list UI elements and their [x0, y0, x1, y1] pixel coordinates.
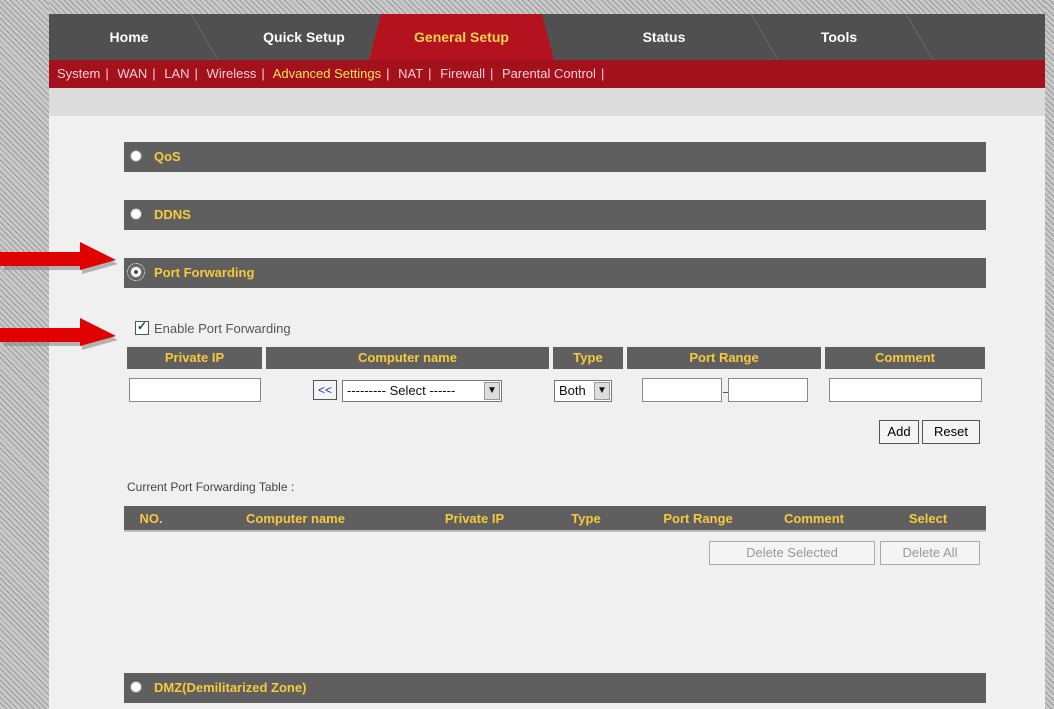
tab-quick-setup[interactable]: Quick Setup	[229, 14, 379, 60]
copy-computer-button[interactable]: <<	[313, 380, 337, 400]
tab-general-setup[interactable]: General Setup	[369, 14, 554, 60]
qos-radio[interactable]	[130, 150, 142, 162]
table-caption: Current Port Forwarding Table :	[127, 480, 295, 494]
col-port-range: Port Range	[640, 508, 756, 530]
subnav-separator: |	[600, 66, 605, 81]
add-button[interactable]: Add	[879, 420, 919, 444]
header-computer-name: Computer name	[266, 347, 549, 369]
subnav-separator: |	[428, 66, 432, 81]
private-ip-input[interactable]	[129, 378, 261, 402]
port-range-start-input[interactable]	[642, 378, 722, 402]
col-computer-name: Computer name	[178, 508, 413, 530]
left-decorative-border	[0, 0, 49, 709]
computer-name-select[interactable]: --------- Select ------ ▼	[342, 380, 502, 402]
chevron-down-icon: ▼	[484, 382, 500, 400]
section-dmz[interactable]: DMZ(Demilitarized Zone)	[124, 673, 986, 703]
type-select[interactable]: Both ▼	[554, 380, 612, 402]
subnav-separator: |	[386, 66, 390, 81]
col-no: NO.	[128, 508, 174, 530]
subnav-separator: |	[105, 66, 109, 81]
main-tab-bar: Home Quick Setup General Setup Status To…	[49, 14, 1045, 60]
subnav-parental-control[interactable]: Parental Control	[502, 66, 596, 81]
toolbar-strip	[49, 88, 1045, 116]
section-label: DMZ(Demilitarized Zone)	[154, 680, 307, 695]
dmz-radio[interactable]	[130, 681, 142, 693]
section-label: DDNS	[154, 207, 191, 222]
col-private-ip: Private IP	[417, 508, 532, 530]
subnav-nat[interactable]: NAT	[398, 66, 423, 81]
subnav-separator: |	[261, 66, 265, 81]
port-forwarding-radio[interactable]	[127, 263, 145, 281]
tab-separator	[190, 14, 219, 60]
subnav-wan[interactable]: WAN	[117, 66, 147, 81]
tab-status[interactable]: Status	[589, 14, 739, 60]
top-decorative-border	[49, 0, 1054, 14]
col-comment: Comment	[760, 508, 868, 530]
section-port-forwarding[interactable]: Port Forwarding	[124, 258, 986, 288]
comment-input[interactable]	[829, 378, 982, 402]
red-arrow-icon	[0, 318, 118, 350]
subnav-system[interactable]: System	[57, 66, 100, 81]
port-range-end-input[interactable]	[728, 378, 808, 402]
subnav-wireless[interactable]: Wireless	[207, 66, 257, 81]
right-decorative-border	[1045, 0, 1054, 709]
header-port-range: Port Range	[627, 347, 821, 369]
tab-home[interactable]: Home	[69, 14, 189, 60]
section-qos[interactable]: QoS	[124, 142, 986, 172]
enable-port-forwarding-row[interactable]: Enable Port Forwarding	[135, 319, 291, 336]
chevron-down-icon: ▼	[594, 382, 610, 400]
computer-name-select-value: --------- Select ------	[347, 383, 456, 398]
header-private-ip: Private IP	[127, 347, 262, 369]
col-type: Type	[536, 508, 636, 530]
subnav-advanced-settings[interactable]: Advanced Settings	[273, 66, 381, 81]
subnav-separator: |	[489, 66, 494, 81]
ddns-radio[interactable]	[130, 208, 142, 220]
section-label: QoS	[154, 149, 181, 164]
red-arrow-icon	[0, 242, 118, 274]
type-select-value: Both	[559, 383, 586, 398]
subnav-separator: |	[194, 66, 198, 81]
header-comment: Comment	[825, 347, 985, 369]
enable-port-forwarding-label: Enable Port Forwarding	[154, 321, 291, 336]
col-select: Select	[872, 508, 984, 530]
reset-button[interactable]: Reset	[922, 420, 980, 444]
section-ddns[interactable]: DDNS	[124, 200, 986, 230]
table-divider	[124, 530, 986, 532]
header-type: Type	[553, 347, 623, 369]
subnav-separator: |	[152, 66, 156, 81]
delete-selected-button[interactable]: Delete Selected	[709, 541, 875, 565]
subnav-lan[interactable]: LAN	[164, 66, 189, 81]
subnav-firewall[interactable]: Firewall	[440, 66, 485, 81]
sub-navigation: System | WAN | LAN | Wireless | Advanced Set…	[49, 60, 1045, 88]
delete-all-button[interactable]: Delete All	[880, 541, 980, 565]
enable-port-forwarding-checkbox[interactable]	[135, 319, 149, 335]
tab-tools[interactable]: Tools	[774, 14, 904, 60]
section-label: Port Forwarding	[154, 265, 255, 280]
tab-separator	[905, 14, 934, 60]
